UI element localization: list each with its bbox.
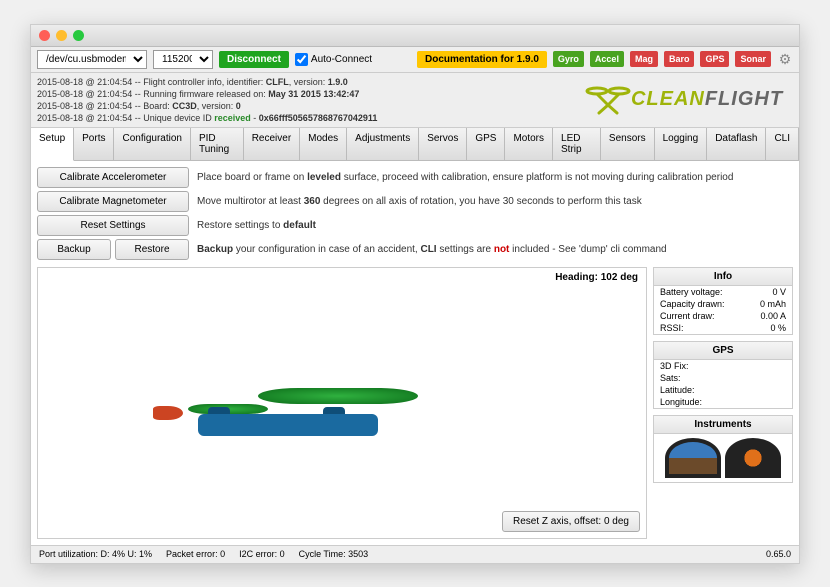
calibrate-magnetometer-button[interactable]: Calibrate Magnetometer [37, 191, 189, 212]
reset-settings-button[interactable]: Reset Settings [37, 215, 189, 236]
battery-voltage-value: 0 V [772, 287, 786, 297]
model-viewport[interactable]: Heading: 102 deg Reset Z axis, offset: 0… [37, 267, 647, 539]
indicator-baro: Baro [664, 51, 695, 67]
status-port-util: Port utilization: D: 4% U: 1% [39, 549, 152, 559]
status-i2c-error: I2C error: 0 [239, 549, 285, 559]
indicator-gps: GPS [700, 51, 729, 67]
tab-ports[interactable]: Ports [74, 128, 114, 160]
autoconnect-label: Auto-Connect [311, 54, 372, 65]
indicator-mag: Mag [630, 51, 658, 67]
tab-receiver[interactable]: Receiver [244, 128, 300, 160]
tab-gps[interactable]: GPS [467, 128, 505, 160]
autoconnect-checkbox[interactable]: Auto-Connect [295, 53, 372, 66]
content: Calibrate Accelerometer Place board or f… [31, 161, 799, 545]
rssi-label: RSSI: [660, 323, 684, 333]
indicator-gyro: Gyro [553, 51, 584, 67]
status-cycle-time: Cycle Time: 3503 [299, 549, 369, 559]
cal-accel-desc: Place board or frame on leveled surface,… [197, 172, 733, 183]
calibrate-accelerometer-button[interactable]: Calibrate Accelerometer [37, 167, 189, 188]
close-icon[interactable] [39, 30, 50, 41]
port-select[interactable]: /dev/cu.usbmodem [37, 50, 147, 69]
instruments-title: Instruments [654, 416, 792, 434]
tab-motors[interactable]: Motors [505, 128, 553, 160]
tab-logging[interactable]: Logging [655, 128, 708, 160]
heading-gauge-icon [725, 438, 781, 478]
header: 2015-08-18 @ 21:04:54 -- Flight controll… [31, 73, 799, 128]
info-panel: Info Battery voltage: 0 V Capacity drawn:… [653, 267, 793, 335]
maximize-icon[interactable] [73, 30, 84, 41]
tab-cli[interactable]: CLI [766, 128, 799, 160]
heading-label: Heading: 102 deg [555, 272, 638, 283]
gps-title: GPS [654, 342, 792, 360]
tab-led-strip[interactable]: LED Strip [553, 128, 601, 160]
capacity-drawn-value: 0 mAh [760, 299, 786, 309]
indicator-sonar: Sonar [735, 51, 771, 67]
current-draw-value: 0.00 A [760, 311, 786, 321]
current-draw-label: Current draw: [660, 311, 715, 321]
statusbar: Port utilization: D: 4% U: 1% Packet err… [31, 545, 799, 563]
app-window: /dev/cu.usbmodem 115200 Disconnect Auto-… [30, 24, 800, 564]
rssi-value: 0 % [770, 323, 786, 333]
tab-modes[interactable]: Modes [300, 128, 347, 160]
gps-lat-label: Latitude: [660, 385, 695, 395]
tab-adjustments[interactable]: Adjustments [347, 128, 419, 160]
titlebar [31, 25, 799, 47]
status-version: 0.65.0 [766, 549, 791, 559]
gps-sats-label: Sats: [660, 373, 681, 383]
tab-servos[interactable]: Servos [419, 128, 467, 160]
status-packet-error: Packet error: 0 [166, 549, 225, 559]
logo: CLEANFLIGHT [569, 73, 799, 127]
baud-select[interactable]: 115200 [153, 50, 213, 69]
tab-dataflash[interactable]: Dataflash [707, 128, 766, 160]
capacity-drawn-label: Capacity drawn: [660, 299, 725, 309]
tab-configuration[interactable]: Configuration [114, 128, 190, 160]
info-title: Info [654, 268, 792, 286]
attitude-gauge-icon [665, 438, 721, 478]
battery-voltage-label: Battery voltage: [660, 287, 723, 297]
documentation-link[interactable]: Documentation for 1.9.0 [417, 51, 547, 68]
backup-button[interactable]: Backup [37, 239, 111, 260]
reset-z-axis-button[interactable]: Reset Z axis, offset: 0 deg [502, 511, 640, 532]
tab-setup[interactable]: Setup [31, 128, 74, 161]
indicator-accel: Accel [590, 51, 624, 67]
toolbar: /dev/cu.usbmodem 115200 Disconnect Auto-… [31, 47, 799, 73]
disconnect-button[interactable]: Disconnect [219, 51, 289, 68]
instruments-panel: Instruments [653, 415, 793, 483]
gps-lon-label: Longitude: [660, 397, 702, 407]
tab-sensors[interactable]: Sensors [601, 128, 655, 160]
tabbar: Setup Ports Configuration PID Tuning Rec… [31, 128, 799, 161]
tab-pid-tuning[interactable]: PID Tuning [191, 128, 244, 160]
reset-desc: Restore settings to default [197, 220, 316, 231]
gps-panel: GPS 3D Fix: Sats: Latitude: Longitude: [653, 341, 793, 409]
log-panel: 2015-08-18 @ 21:04:54 -- Flight controll… [31, 73, 569, 127]
backup-desc: Backup your configuration in case of an … [197, 244, 667, 255]
cal-mag-desc: Move multirotor at least 360 degrees on … [197, 196, 642, 207]
gps-fix-label: 3D Fix: [660, 361, 689, 371]
restore-button[interactable]: Restore [115, 239, 189, 260]
gear-icon[interactable]: ⚙ [777, 51, 793, 68]
minimize-icon[interactable] [56, 30, 67, 41]
